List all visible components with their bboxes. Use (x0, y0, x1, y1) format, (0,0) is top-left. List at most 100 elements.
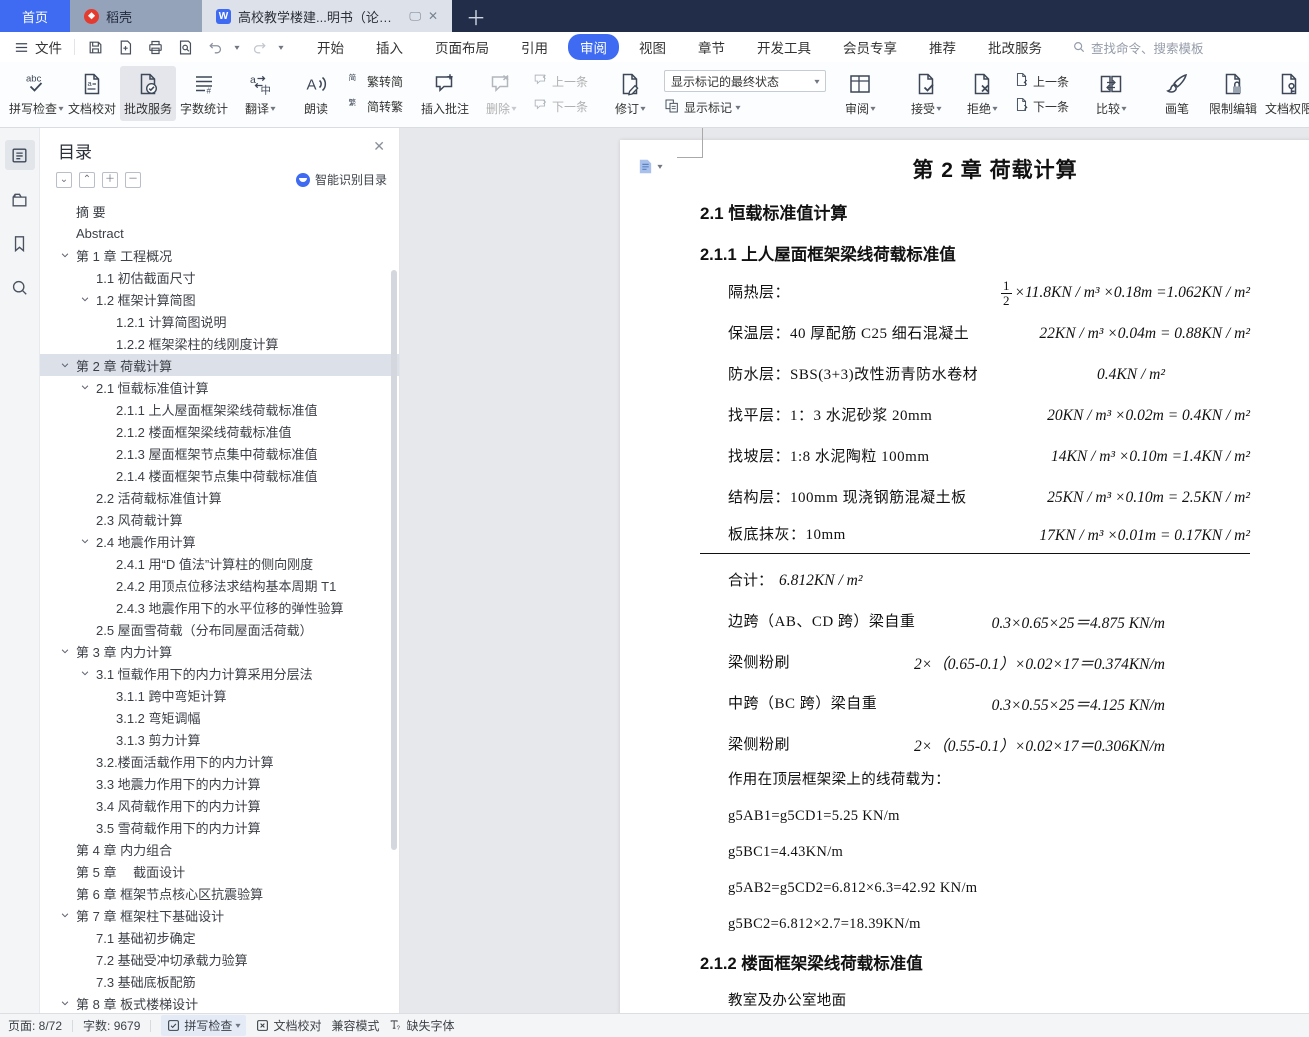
track-changes-button[interactable]: 修订 ▾ (602, 66, 658, 121)
chevron-down-icon[interactable] (80, 294, 96, 304)
chevron-down-icon[interactable] (80, 382, 96, 392)
translate-button[interactable]: a 中翻译 ▾ (232, 66, 288, 121)
toc-item[interactable]: 2.1.4 楼面框架节点集中荷载标准值 (40, 464, 399, 486)
chevron-down-icon[interactable] (60, 998, 76, 1008)
compatibility-mode-badge[interactable]: 兼容模式 (331, 1017, 379, 1034)
review-pane-button[interactable]: 审阅 ▾ (832, 66, 888, 121)
toc-item[interactable]: 3.1.3 剪力计算 (40, 728, 399, 750)
toc-item[interactable]: 第 6 章 框架节点核心区抗震验算 (40, 882, 399, 904)
next-comment-button[interactable]: 下一条 (533, 97, 588, 115)
chevron-down-icon[interactable] (60, 646, 76, 656)
toc-item[interactable]: 摘 要 (40, 200, 399, 222)
toc-collapse-all-button[interactable]: － (125, 171, 141, 188)
toc-item[interactable]: 7.3 基础底板配筋 (40, 970, 399, 992)
markup-state-select[interactable]: 显示标记的最终状态 ▾ (664, 70, 827, 92)
menu-tab-3[interactable]: 引用 (509, 34, 560, 60)
toc-item[interactable]: 1.1 初估截面尺寸 (40, 266, 399, 288)
toc-item[interactable]: 2.1.2 楼面框架梁线荷载标准值 (40, 420, 399, 442)
restrict-editing-button[interactable]: 限制编辑 (1205, 66, 1261, 121)
next-change-button[interactable]: 下一条 (1014, 97, 1069, 115)
menu-tab-7[interactable]: 开发工具 (745, 34, 823, 60)
toc-expand-down-button[interactable]: ⌄ (56, 171, 72, 188)
toc-item[interactable]: 第 7 章 框架柱下基础设计 (40, 904, 399, 926)
toc-item[interactable]: 3.5 雪荷载作用下的内力计算 (40, 816, 399, 838)
chevron-down-icon[interactable] (60, 360, 76, 370)
chevron-down-icon[interactable] (80, 668, 96, 678)
read-aloud-button[interactable]: A 朗读 (288, 66, 344, 121)
smart-toc-button[interactable]: 智能识别目录 (295, 171, 387, 188)
menu-tab-2[interactable]: 页面布局 (423, 34, 501, 60)
toc-item[interactable]: 2.4 地震作用计算 (40, 530, 399, 552)
save-icon[interactable] (85, 37, 105, 57)
toc-item[interactable]: 2.1.1 上人屋面框架梁线荷载标准值 (40, 398, 399, 420)
print-preview-icon[interactable] (175, 37, 195, 57)
find-pane-icon[interactable] (5, 272, 35, 302)
command-search[interactable]: 查找命令、搜索模板 (1072, 38, 1204, 57)
page-indicator[interactable]: 页面: 8/72 (8, 1017, 62, 1034)
toc-item[interactable]: 3.4 风荷载作用下的内力计算 (40, 794, 399, 816)
menu-tab-0[interactable]: 开始 (305, 34, 356, 60)
toc-expand-all-button[interactable]: ＋ (102, 171, 118, 188)
new-tab-button[interactable]: ＋ (452, 0, 500, 32)
redo-icon[interactable] (249, 37, 269, 57)
toc-item[interactable]: 2.4.1 用“D 值法”计算柱的侧向刚度 (40, 552, 399, 574)
toc-collapse-up-button[interactable]: ⌃ (79, 171, 95, 188)
spell-check-button[interactable]: abc 拼写检查 ▾ (8, 66, 64, 121)
compare-button[interactable]: 比较 ▾ (1083, 66, 1139, 121)
menu-tab-10[interactable]: 批改服务 (976, 34, 1054, 60)
menu-tab-4[interactable]: 审阅 (568, 34, 620, 60)
previous-change-button[interactable]: 上一条 (1014, 72, 1069, 90)
print-icon[interactable] (145, 37, 165, 57)
menu-tab-6[interactable]: 章节 (686, 34, 737, 60)
missing-font-status[interactable]: ? 缺失字体 (389, 1017, 454, 1034)
toc-item[interactable]: 第 5 章 截面设计 (40, 860, 399, 882)
toc-item[interactable]: 第 1 章 工程概况 (40, 244, 399, 266)
toc-item[interactable]: 2.1 恒载标准值计算 (40, 376, 399, 398)
toc-item[interactable]: 3.1.1 跨中弯矩计算 (40, 684, 399, 706)
accept-change-button[interactable]: 接受 ▾ (898, 66, 954, 121)
chevron-down-icon[interactable] (80, 536, 96, 546)
toc-item[interactable]: 1.2.1 计算简图说明 (40, 310, 399, 332)
toc-item[interactable]: 2.1.3 屋面框架节点集中荷载标准值 (40, 442, 399, 464)
export-pdf-icon[interactable] (115, 37, 135, 57)
split-window-icon[interactable]: 🖵 (409, 10, 421, 22)
menu-tab-8[interactable]: 会员专享 (831, 34, 909, 60)
chapter-pane-icon[interactable] (5, 184, 35, 214)
document-page[interactable]: ▾ 第 2 章 荷载计算 2.1 恒载标准值计算 2.1.1 上人屋面框架梁线荷载标… (620, 128, 1309, 1013)
tab-document[interactable]: W 高校教学楼建...明书（论文） 🖵 ✕ (202, 0, 452, 32)
toc-item[interactable]: 第 3 章 内力计算 (40, 640, 399, 662)
document-permission-button[interactable]: 文档权限 (1261, 66, 1309, 121)
chevron-down-icon[interactable] (60, 910, 76, 920)
chevron-down-icon[interactable] (60, 250, 76, 260)
document-proofread-button[interactable]: a 文档校对 (64, 66, 120, 121)
toc-item[interactable]: 2.3 风荷载计算 (40, 508, 399, 530)
toc-item[interactable]: 3.3 地震力作用下的内力计算 (40, 772, 399, 794)
simplified-to-traditional-button[interactable]: 繁简转繁 (348, 97, 403, 115)
show-markup-button[interactable]: 显示标记 ▾ (664, 98, 826, 117)
delete-comment-button[interactable]: 删除 ▾ (473, 66, 529, 121)
word-count-indicator[interactable]: 字数: 9679 (83, 1017, 140, 1034)
word-count-button[interactable]: # 字数统计 (176, 66, 232, 121)
toc-item[interactable]: 2.4.3 地震作用下的水平位移的弹性验算 (40, 596, 399, 618)
file-menu-button[interactable]: 文件 (0, 32, 74, 62)
toc-item[interactable]: 2.5 屋面雪荷载（分布同屋面活荷载） (40, 618, 399, 640)
undo-dropdown-caret[interactable]: ▾ (234, 43, 239, 52)
ink-brush-button[interactable]: 画笔 (1149, 66, 1205, 121)
toc-item[interactable]: 3.1 恒载作用下的内力计算采用分层法 (40, 662, 399, 684)
traditional-to-simplified-button[interactable]: 简繁转简 (348, 72, 403, 90)
menu-tab-9[interactable]: 推荐 (917, 34, 968, 60)
toc-item[interactable]: 2.2 活荷载标准值计算 (40, 486, 399, 508)
bookmark-pane-icon[interactable] (5, 228, 35, 258)
document-proofread-status[interactable]: 文档校对 (256, 1017, 321, 1034)
toc-item[interactable]: 2.4.2 用顶点位移法求结构基本周期 T1 (40, 574, 399, 596)
grading-service-button[interactable]: 批改服务 (120, 66, 176, 121)
toc-item[interactable]: 7.2 基础受冲切承载力验算 (40, 948, 399, 970)
toc-item[interactable]: 第 2 章 荷载计算 (40, 354, 399, 376)
toc-item[interactable]: 1.2.2 框架梁柱的线刚度计算 (40, 332, 399, 354)
toc-item[interactable]: 7.1 基础初步确定 (40, 926, 399, 948)
close-tab-icon[interactable]: ✕ (428, 10, 438, 22)
reject-change-button[interactable]: 拒绝 ▾ (954, 66, 1010, 121)
spell-check-status[interactable]: 拼写检查 ▾ (161, 1015, 247, 1036)
menu-tab-5[interactable]: 视图 (627, 34, 678, 60)
toc-item[interactable]: 1.2 框架计算简图 (40, 288, 399, 310)
